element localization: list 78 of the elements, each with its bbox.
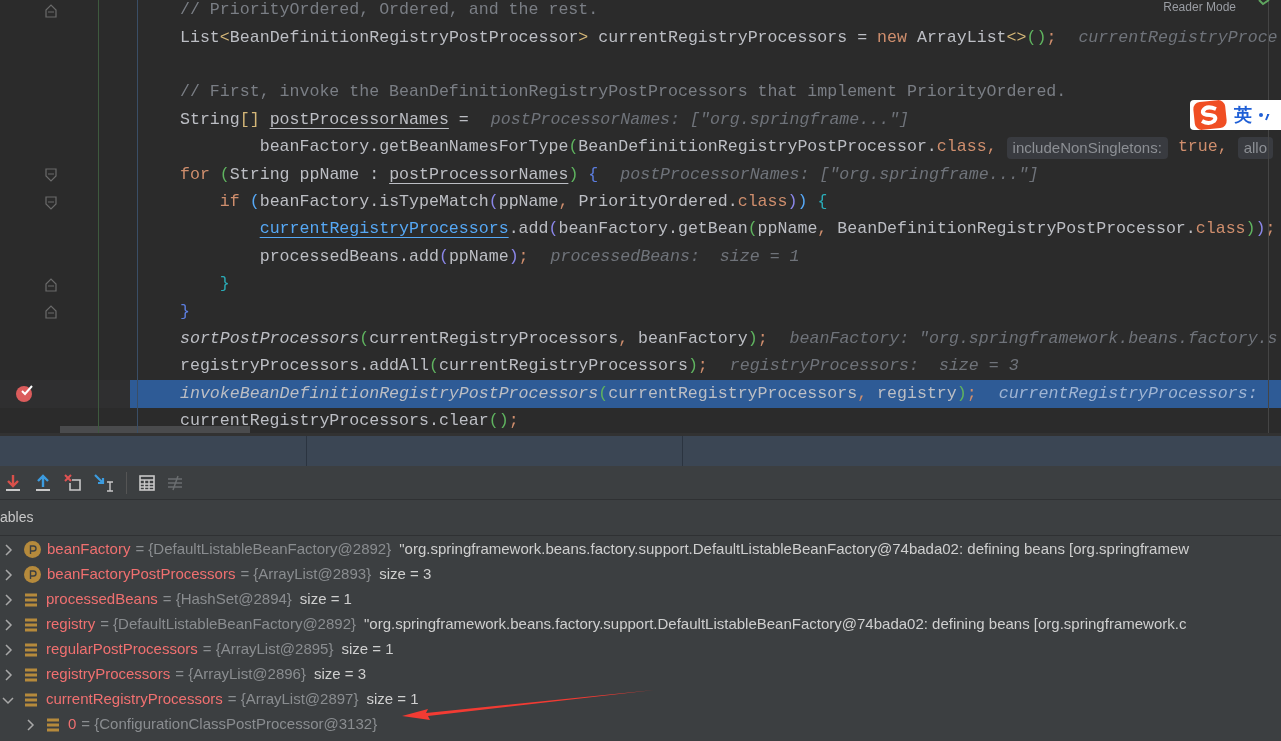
field-icon [46,717,60,732]
field-icon [24,667,38,682]
scrollbar-thumb[interactable] [60,426,250,433]
parameter-icon [24,541,41,558]
code-text: // First, invoke the BeanDefinitionRegistryPostProcessors that implement PriorityOrdered. [180,81,1067,104]
remove-frame-icon[interactable] [64,473,82,492]
code-text: beanFactory.getBeanNamesForType(BeanDefinitionRegistryPostProcessor.class, [258,136,997,159]
variable-type: = {DefaultListableBeanFactory@2892} [100,614,356,635]
variable-value: size = 1 [299,589,352,610]
download-icon[interactable] [4,473,22,492]
code-text: invokeBeanDefinitionRegistryPostProcessors(currentRegistryProcessors, registry); [180,382,977,405]
inline-value-hint: currentRegistryProcessors: [998,382,1258,405]
variable-value: size = 3 [379,564,432,585]
expand-chevron-icon[interactable] [2,543,14,556]
code-text: List<BeanDefinitionRegistryPostProcessor> currentRegistryProcessors = new ArrayList<>(); [180,26,1057,49]
code-text: currentRegistryProcessors.clear(); [180,410,519,433]
parameter-hint: allo [1237,136,1274,159]
expand-chevron-icon[interactable] [2,643,14,656]
code-text: processedBeans.add(ppName); [258,245,529,268]
variable-name: 0 [68,714,77,735]
variable-type: = {DefaultListableBeanFactory@2892} [135,539,392,560]
expand-chevron-icon[interactable] [2,618,14,631]
variable-value: "org.springframework.beans.factory.support.DefaultListableBeanFactory@74bada02: defining beans [org.springframew [399,539,1190,560]
panel-title: ables [0,508,34,527]
code-text: true, [1177,136,1228,159]
step-cursor-icon[interactable] [94,473,114,492]
fold-marker-icon[interactable] [45,168,57,183]
fold-marker-icon[interactable] [45,195,57,210]
upload-icon[interactable] [34,473,52,492]
input-language-label: 英 [1234,103,1252,127]
variable-name: processedBeans [46,589,158,610]
parameter-hint: includeNonSingletons: [1006,136,1168,159]
field-icon [24,642,38,657]
variable-name: beanFactory [47,539,131,560]
code-text: // PriorityOrdered, Ordered, and the rest. [180,0,599,22]
expand-chevron-icon[interactable] [2,668,14,681]
fold-marker-icon[interactable] [45,277,57,292]
variable-type: = {ConfigurationClassPostProcessor@3132} [81,714,378,735]
code-text: } [218,273,230,296]
inline-value-hint: postProcessorNames: ["org.springframe..."] [490,108,910,131]
check-icon [1257,0,1271,6]
variable-value: "org.springframework.beans.factory.support.DefaultListableBeanFactory@74bada02: defining beans [org.springframework.c [364,614,1187,635]
variable-type: = {ArrayList@2897} [227,689,359,710]
variable-value: size = 1 [366,689,419,710]
fold-marker-icon[interactable] [45,4,57,18]
inline-value-hint: currentRegistryProce [1078,26,1278,49]
variable-name: currentRegistryProcessors [46,689,223,710]
inline-value-hint: postProcessorNames: ["org.springframe..."] [620,163,1039,186]
variable-value: size = 3 [313,664,367,685]
fold-marker-icon[interactable] [45,305,57,320]
expand-chevron-icon[interactable] [2,568,14,581]
code-text: for (String ppName : postProcessorNames) { [180,163,599,186]
variable-type: = {ArrayList@2896} [175,664,306,685]
parameter-icon [24,566,41,583]
variable-value: size = 1 [341,639,394,660]
code-text: sortPostProcessors(currentRegistryProcessors, beanFactory); [180,327,768,350]
variable-name: regularPostProcessors [46,639,198,660]
expand-chevron-icon[interactable] [24,718,36,731]
variable-name: registryProcessors [46,664,171,685]
inline-value-hint: beanFactory: "org.springframework.beans.factory.s [789,327,1278,350]
breakpoint-icon[interactable] [15,384,35,404]
variable-type: = {HashSet@2894} [162,589,292,610]
field-icon [24,592,38,607]
inline-value-hint: registryProcessors: size = 3 [729,355,1019,378]
variable-name: beanFactoryPostProcessors [47,564,236,585]
expand-chevron-icon[interactable] [2,593,14,606]
field-icon [24,692,38,707]
variable-type: = {ArrayList@2895} [202,639,334,660]
code-text: } [180,300,190,323]
variable-type: = {ArrayList@2893} [240,564,372,585]
code-text: String[] postProcessorNames = [180,108,469,131]
field-icon [24,617,38,632]
code-text: registryProcessors.addAll(currentRegistryProcessors); [180,355,708,378]
inline-value-hint: processedBeans: size = 1 [550,245,800,268]
code-text: if (beanFactory.isTypeMatch(ppName, PriorityOrdered.class)) { [218,191,828,213]
variable-name: registry [46,614,96,635]
calculator-icon[interactable] [139,474,155,491]
reader-mode-link[interactable]: Reader Mode [1163,0,1236,14]
